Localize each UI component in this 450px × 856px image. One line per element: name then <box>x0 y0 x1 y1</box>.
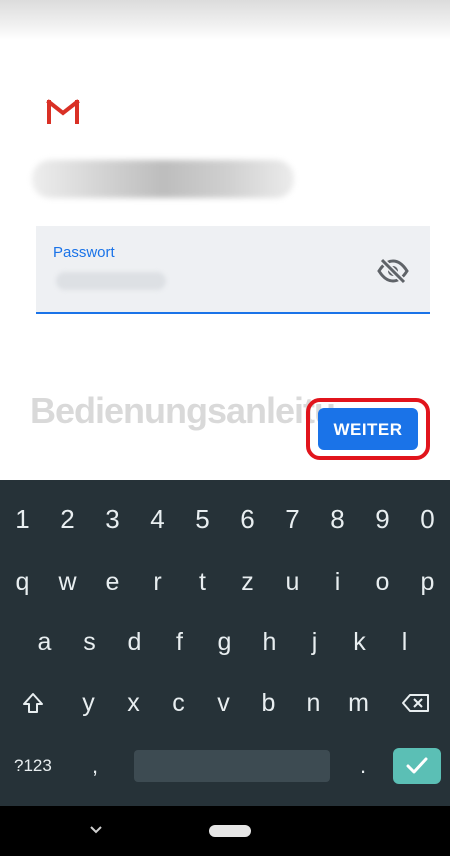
key-3[interactable]: 3 <box>90 490 135 548</box>
password-label: Passwort <box>53 244 115 261</box>
key-6[interactable]: 6 <box>225 490 270 548</box>
key-l[interactable]: l <box>382 612 427 672</box>
key-r[interactable]: r <box>135 552 180 612</box>
keyboard-row-asdf: a s d f g h j k l <box>0 612 450 672</box>
gmail-logo-icon <box>46 99 80 124</box>
keyboard-row-qwerty: q w e r t z u i o p <box>0 552 450 612</box>
key-i[interactable]: i <box>315 552 360 612</box>
key-g[interactable]: g <box>202 612 247 672</box>
key-p[interactable]: p <box>405 552 450 612</box>
key-c[interactable]: c <box>156 672 201 734</box>
key-t[interactable]: t <box>180 552 225 612</box>
navigation-bar <box>0 806 450 856</box>
period-key[interactable]: . <box>360 750 366 782</box>
key-u[interactable]: u <box>270 552 315 612</box>
chevron-down-icon[interactable] <box>84 820 108 840</box>
key-x[interactable]: x <box>111 672 156 734</box>
symbols-key[interactable]: ?123 <box>14 750 52 782</box>
visibility-off-icon[interactable] <box>376 254 410 288</box>
key-2[interactable]: 2 <box>45 490 90 548</box>
key-1[interactable]: 1 <box>0 490 45 548</box>
watermark: Bedienungsanleitu <box>30 390 336 431</box>
key-d[interactable]: d <box>112 612 157 672</box>
shift-key[interactable] <box>0 672 66 734</box>
home-pill[interactable] <box>209 825 251 837</box>
enter-key[interactable] <box>393 748 441 784</box>
backspace-icon <box>401 694 429 712</box>
key-e[interactable]: e <box>90 552 135 612</box>
soft-keyboard: 1 2 3 4 5 6 7 8 9 0 q w e r t z u i o p … <box>0 480 450 806</box>
key-4[interactable]: 4 <box>135 490 180 548</box>
key-7[interactable]: 7 <box>270 490 315 548</box>
status-bar <box>0 0 450 40</box>
account-email-blurred <box>32 160 294 198</box>
key-5[interactable]: 5 <box>180 490 225 548</box>
shift-icon <box>23 693 43 713</box>
key-b[interactable]: b <box>246 672 291 734</box>
keyboard-row-yxcv: y x c v b n m <box>0 672 450 734</box>
next-button[interactable]: WEITER <box>318 408 418 450</box>
key-q[interactable]: q <box>0 552 45 612</box>
key-h[interactable]: h <box>247 612 292 672</box>
key-z[interactable]: z <box>225 552 270 612</box>
key-v[interactable]: v <box>201 672 246 734</box>
key-k[interactable]: k <box>337 612 382 672</box>
space-key[interactable] <box>134 750 330 782</box>
key-y[interactable]: y <box>66 672 111 734</box>
backspace-key[interactable] <box>381 672 450 734</box>
key-m[interactable]: m <box>336 672 381 734</box>
key-a[interactable]: a <box>22 612 67 672</box>
key-j[interactable]: j <box>292 612 337 672</box>
checkmark-icon <box>406 757 428 774</box>
password-input-blurred[interactable] <box>56 272 166 290</box>
key-0[interactable]: 0 <box>405 490 450 548</box>
key-n[interactable]: n <box>291 672 336 734</box>
key-9[interactable]: 9 <box>360 490 405 548</box>
key-8[interactable]: 8 <box>315 490 360 548</box>
comma-key[interactable]: , <box>92 750 98 782</box>
key-w[interactable]: w <box>45 552 90 612</box>
key-f[interactable]: f <box>157 612 202 672</box>
password-field[interactable]: Passwort <box>36 226 430 314</box>
keyboard-bottom-row: ?123 , . <box>0 742 450 794</box>
key-o[interactable]: o <box>360 552 405 612</box>
key-s[interactable]: s <box>67 612 112 672</box>
keyboard-number-row: 1 2 3 4 5 6 7 8 9 0 <box>0 490 450 548</box>
